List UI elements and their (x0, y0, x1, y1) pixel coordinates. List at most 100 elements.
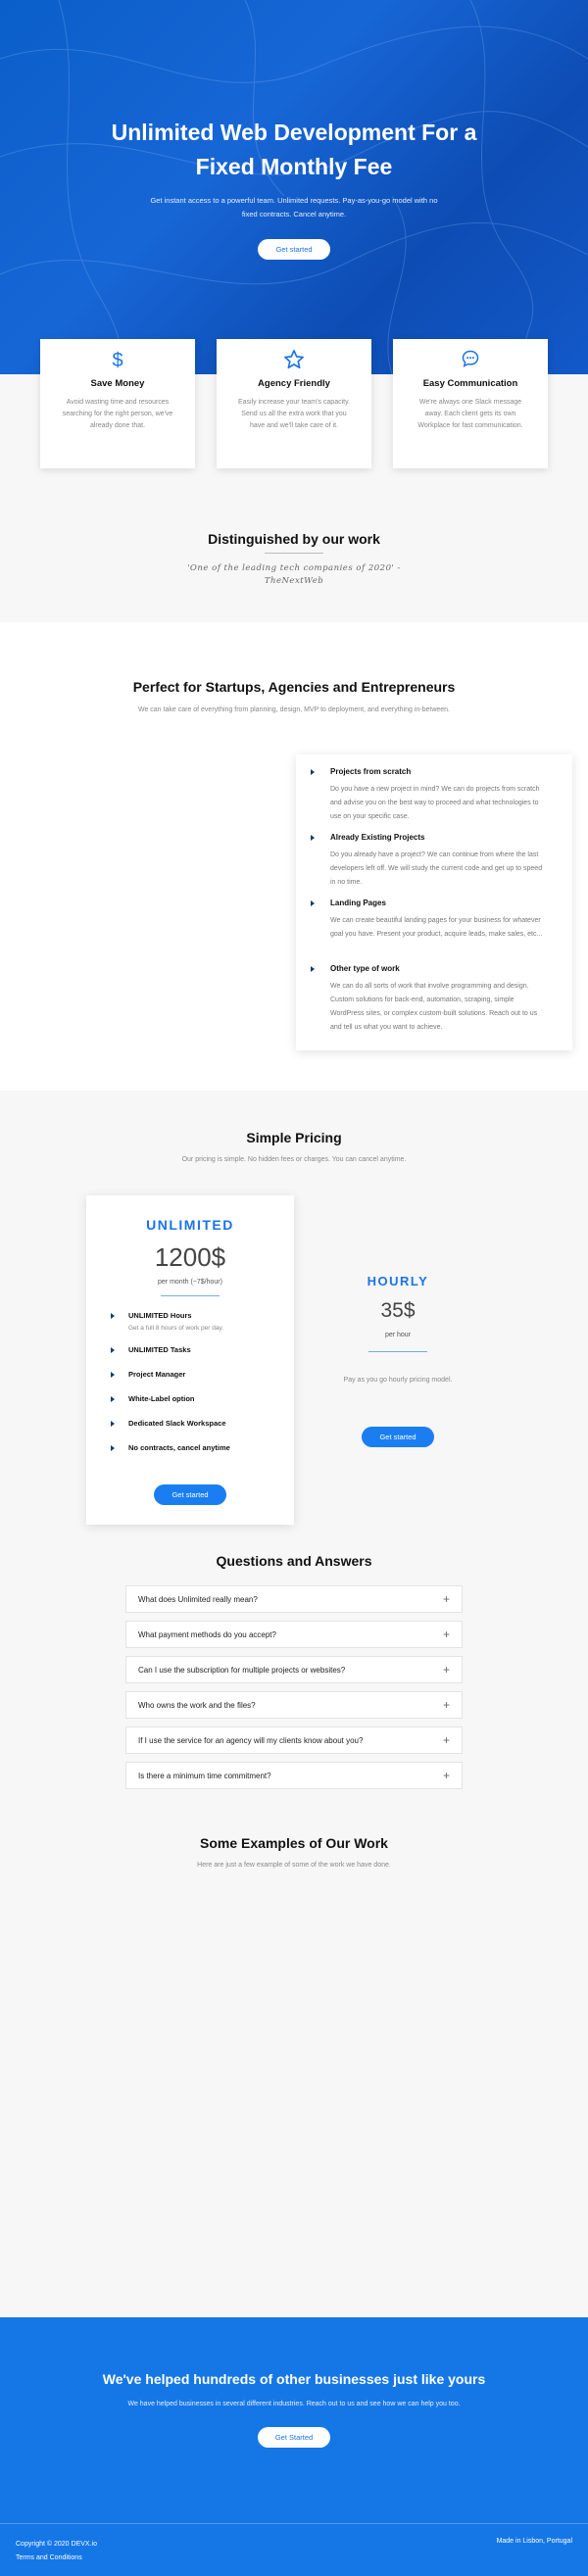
hourly-get-started-button[interactable]: Get started (362, 1427, 434, 1447)
hero-subtitle: Get instant access to a powerful team. U… (150, 196, 438, 219)
services-subtitle: We can take care of everything from plan… (137, 706, 451, 713)
plan-feature: No contracts, cancel anytime (111, 1443, 287, 1452)
press-quote: 'One of the leading tech companies of 20… (187, 563, 401, 586)
faq-section: Questions and Answers What does Unlimite… (0, 1541, 588, 1796)
faq-question: What payment methods do you accept? (138, 1630, 276, 1639)
faq-item[interactable]: Is there a minimum time commitment? + (125, 1762, 463, 1789)
faq-item[interactable]: What payment methods do you accept? + (125, 1621, 463, 1648)
service-item: Already Existing Projects Do you already… (311, 833, 565, 890)
plan-name: HOURLY (367, 1274, 429, 1288)
pricing-subtitle: Our pricing is simple. No hidden fees or… (181, 1156, 407, 1163)
faq-question: Is there a minimum time commitment? (138, 1772, 271, 1780)
plus-icon: + (442, 1733, 450, 1747)
footer-left: Copyright © 2020 DEVX.io Terms and Condi… (16, 2538, 97, 2565)
plan-price: 1200$ (154, 1242, 226, 1272)
dollar-icon: $ (112, 350, 123, 371)
service-title: Already Existing Projects (330, 833, 425, 842)
pricing-title: Simple Pricing (246, 1130, 342, 1145)
cta-title: We've helped hundreds of other businesse… (102, 2371, 486, 2387)
plan-feature-label: UNLIMITED Hours (128, 1311, 192, 1320)
distinguished-title: Distinguished by our work (208, 531, 380, 547)
page: Unlimited Web Development For a Fixed Mo… (0, 0, 588, 2576)
hero-get-started-button[interactable]: Get started (258, 239, 330, 260)
plan-note: Pay as you go hourly pricing model. (343, 1377, 453, 1384)
divider (265, 553, 323, 554)
service-text: We can do all sorts of work that involve… (330, 983, 538, 1031)
pricing-section: Simple Pricing Our pricing is simple. No… (0, 1091, 588, 1541)
plan-feature-label: White-Label option (128, 1394, 195, 1403)
plan-feature-label: No contracts, cancel anytime (128, 1443, 230, 1452)
service-title: Projects from scratch (330, 767, 412, 776)
hero-title: Unlimited Web Development For a Fixed Mo… (111, 120, 477, 179)
arrow-right-icon (111, 1372, 115, 1378)
divider (161, 1295, 220, 1296)
feature-card-agency-friendly: Agency Friendly Easily increase your tea… (217, 339, 371, 468)
faq-title: Questions and Answers (216, 1553, 372, 1569)
plan-period: per month (~7$/hour) (158, 1279, 222, 1286)
feature-text: Avoid wasting time and resources searchi… (62, 399, 173, 429)
faq-question: If I use the service for an agency will … (138, 1736, 364, 1745)
distinguished-section: Distinguished by our work 'One of the le… (0, 470, 588, 622)
arrow-right-icon (311, 966, 315, 972)
service-text: We can create beautiful landing pages fo… (330, 917, 543, 938)
examples-subtitle: Here are just a few example of some of t… (197, 1862, 391, 1869)
made-in-text: Made in Lisbon, Portugal (496, 2538, 572, 2545)
unlimited-get-started-button[interactable]: Get started (154, 1484, 226, 1505)
arrow-right-icon (311, 835, 315, 841)
feature-text: Easily increase your team's capacity. Se… (237, 399, 351, 429)
faq-item[interactable]: If I use the service for an agency will … (125, 1726, 463, 1754)
plan-feature: White-Label option (111, 1394, 287, 1403)
services-title: Perfect for Startups, Agencies and Entre… (132, 679, 456, 695)
arrow-right-icon (111, 1347, 115, 1353)
cta-get-started-button[interactable]: Get Started (258, 2427, 330, 2448)
service-text: Do you have a new project in mind? We ca… (330, 786, 540, 820)
plus-icon: + (442, 1592, 450, 1606)
feature-card-easy-communication: Easy Communication We're always one Slac… (393, 339, 548, 468)
plan-feature-label: Dedicated Slack Workspace (128, 1419, 226, 1428)
plan-feature-label: UNLIMITED Tasks (128, 1345, 191, 1354)
service-title: Landing Pages (330, 899, 386, 907)
terms-link[interactable]: Terms and Conditions (16, 2552, 97, 2565)
service-item: Landing Pages We can create beautiful la… (311, 899, 565, 942)
service-text: Do you already have a project? We can co… (330, 851, 543, 886)
feature-title: Easy Communication (422, 378, 518, 389)
faq-item[interactable]: What does Unlimited really mean? + (125, 1585, 463, 1613)
service-item: Projects from scratch Do you have a new … (311, 767, 565, 824)
services-section: Perfect for Startups, Agencies and Entre… (0, 622, 588, 1091)
arrow-right-icon (111, 1445, 115, 1451)
service-item: Other type of work We can do all sorts o… (311, 964, 565, 1035)
feature-card-save-money: $ Save Money Avoid wasting time and reso… (40, 339, 195, 468)
faq-question: Who owns the work and the files? (138, 1701, 256, 1710)
plan-price: 35$ (380, 1299, 416, 1322)
arrow-right-icon (311, 769, 315, 775)
plan-feature: UNLIMITED Tasks (111, 1345, 287, 1354)
feature-text: We're always one Slack message away. Eac… (417, 399, 523, 429)
plan-feature-label: Project Manager (128, 1370, 186, 1379)
cta-subtitle: We have helped businesses in several dif… (127, 2401, 461, 2407)
arrow-right-icon (111, 1421, 115, 1427)
footer: Copyright © 2020 DEVX.io Terms and Condi… (0, 2523, 588, 2576)
faq-item[interactable]: Can I use the subscription for multiple … (125, 1656, 463, 1683)
copyright-text: Copyright © 2020 DEVX.io (16, 2541, 97, 2548)
plan-feature-note: Get a full 8 hours of work per day. (128, 1325, 224, 1332)
plan-period: per hour (384, 1332, 412, 1338)
plan-card-unlimited: UNLIMITED 1200$ per month (~7$/hour) UNL… (86, 1195, 294, 1525)
plus-icon: + (442, 1628, 450, 1641)
plan-feature: Dedicated Slack Workspace (111, 1419, 287, 1428)
arrow-right-icon (111, 1313, 115, 1319)
examples-title: Some Examples of Our Work (200, 1835, 388, 1851)
plan-name: UNLIMITED (146, 1217, 234, 1233)
star-icon (217, 349, 371, 372)
examples-section: Some Examples of Our Work Here are just … (0, 1796, 588, 2317)
plus-icon: + (442, 1663, 450, 1677)
plan-feature: Project Manager (111, 1370, 287, 1379)
services-box: Projects from scratch Do you have a new … (296, 754, 572, 1050)
plus-icon: + (442, 1698, 450, 1712)
feature-title: Agency Friendly (258, 378, 330, 389)
faq-question: Can I use the subscription for multiple … (138, 1666, 346, 1675)
cta-section: We've helped hundreds of other businesse… (0, 2317, 588, 2523)
plus-icon: + (442, 1769, 450, 1782)
arrow-right-icon (311, 900, 315, 906)
faq-item[interactable]: Who owns the work and the files? + (125, 1691, 463, 1719)
chat-icon (393, 349, 548, 372)
